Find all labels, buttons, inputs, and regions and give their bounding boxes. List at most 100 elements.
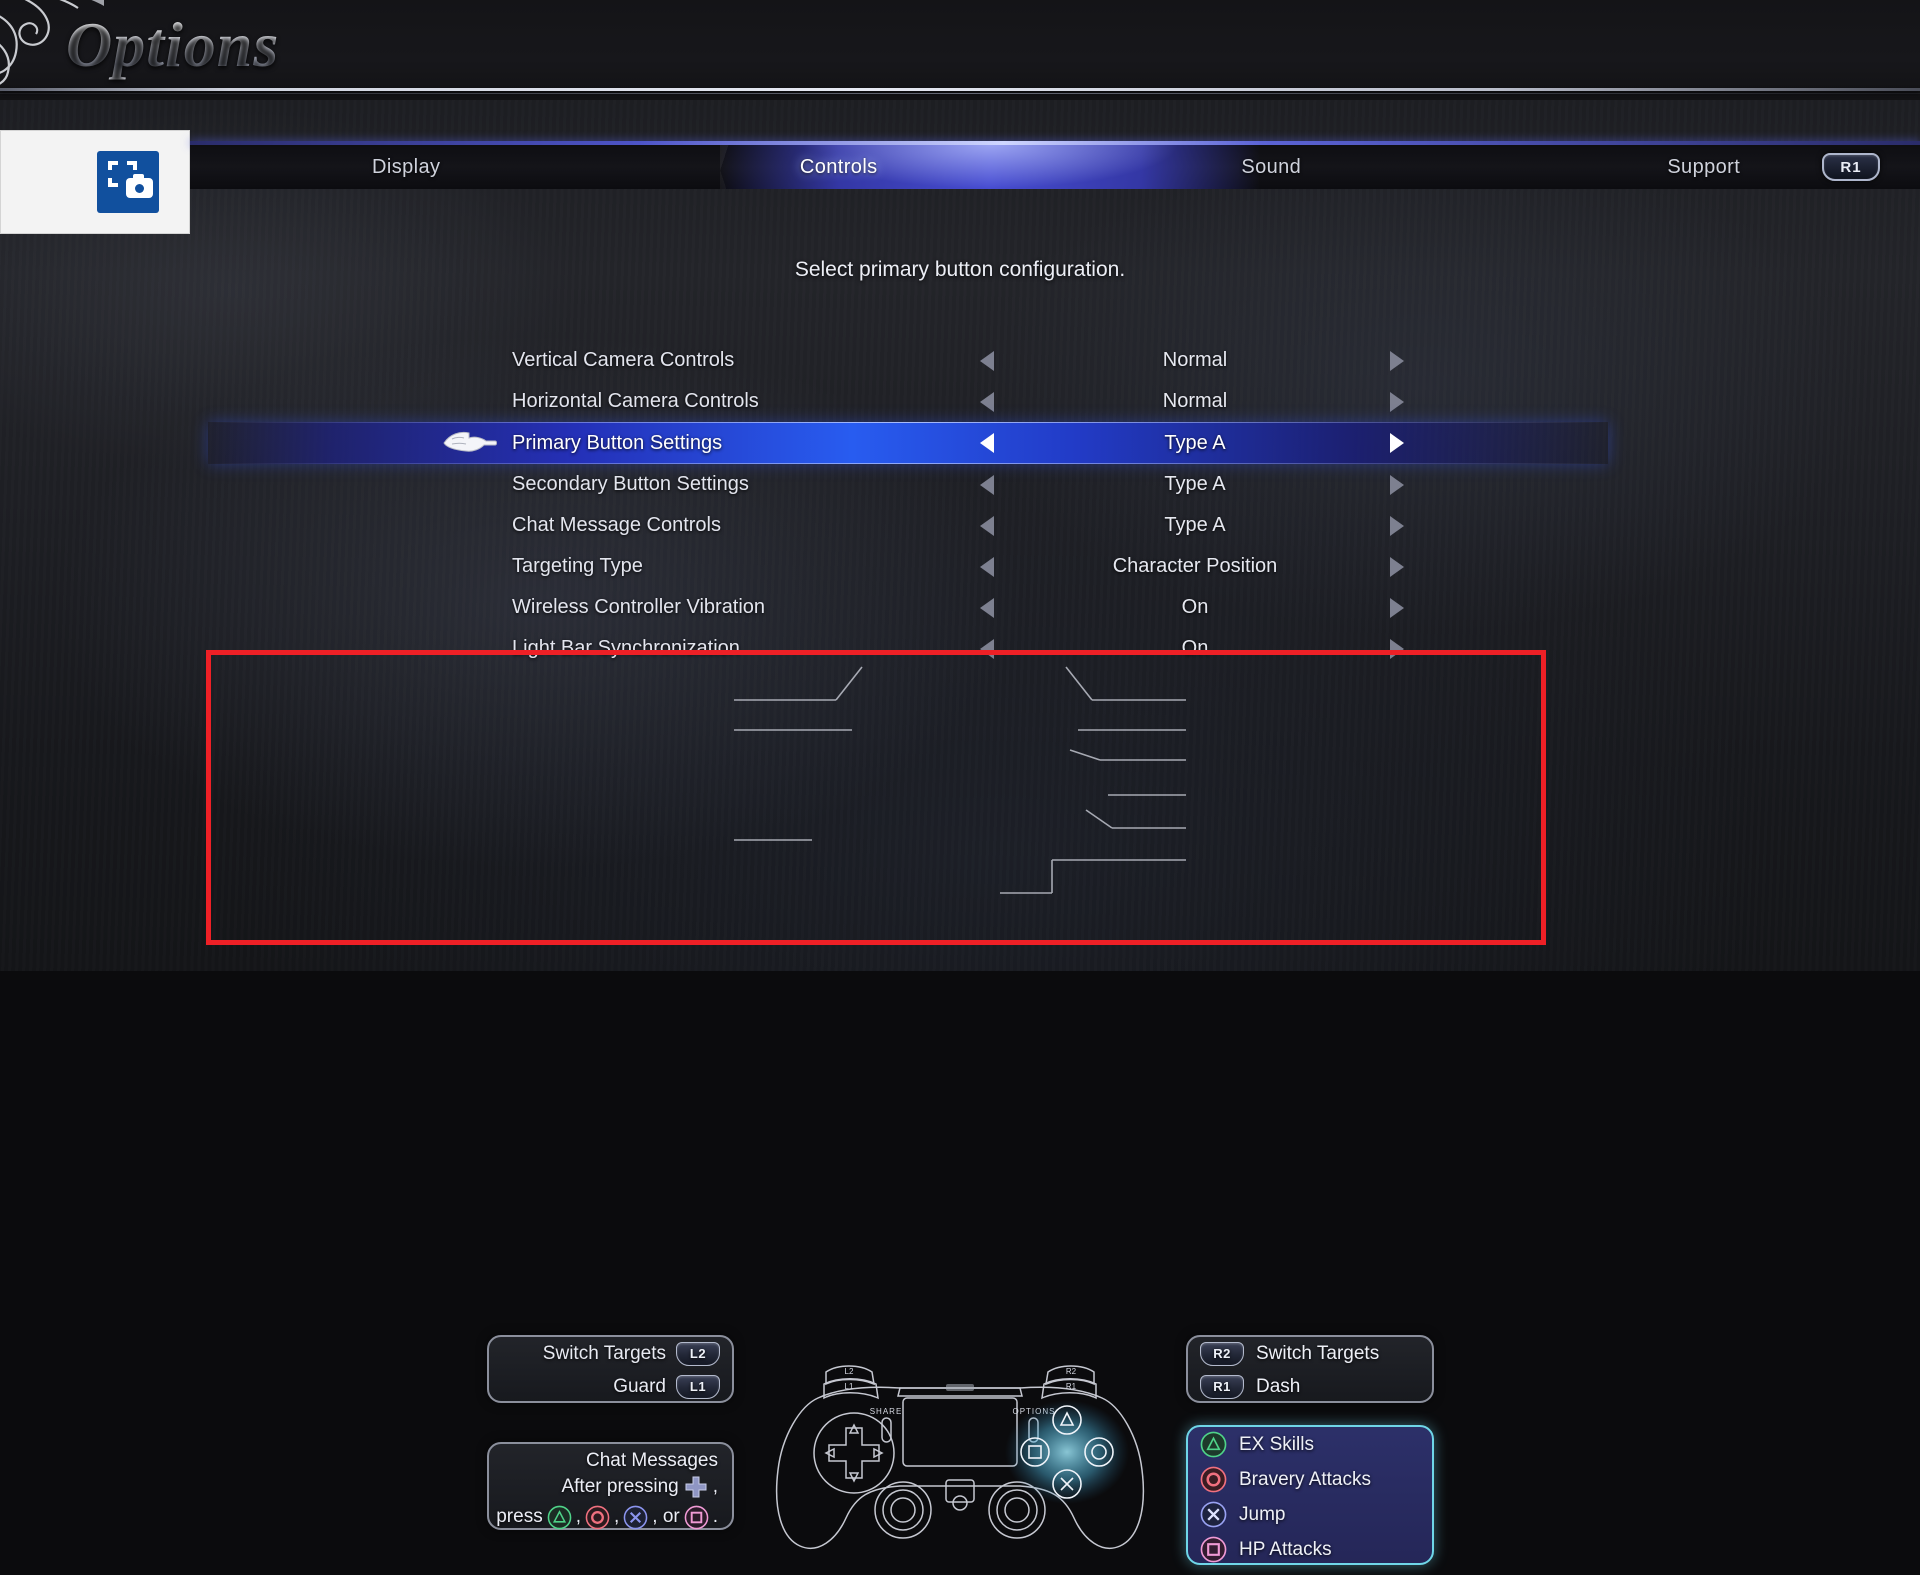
chat-line2-suffix: , [713,1476,718,1498]
legend-panel-right-shoulder: R2 Switch Targets R1 Dash [1186,1335,1434,1403]
chat-panel-line-3: press , , , or . [489,1502,732,1532]
setting-value: On [1020,596,1370,619]
settings-list: Vertical Camera Controls Normal Horizont… [0,340,1920,669]
legend-panel-left-shoulder: Switch Targets L2 Guard L1 [487,1335,734,1403]
setting-label: Vertical Camera Controls [512,349,734,372]
increase-arrow-icon[interactable] [1390,351,1404,371]
legend-item-switch-targets-r2: R2 Switch Targets [1188,1337,1432,1370]
legend-item-bravery-attacks: Bravery Attacks [1188,1462,1432,1497]
legend-action-label: HP Attacks [1239,1539,1332,1561]
decrease-arrow-icon[interactable] [980,516,994,536]
setting-value: Type A [1020,432,1370,455]
setting-label: Chat Message Controls [512,514,721,537]
setting-value: Type A [1020,514,1370,537]
chat-panel-title: Chat Messages [489,1444,732,1472]
pointing-hand-cursor-icon [442,426,498,458]
setting-row-chat-message-controls[interactable]: Chat Message Controls Type A [0,505,1920,546]
setting-row-wireless-controller-vibration[interactable]: Wireless Controller Vibration On [0,587,1920,628]
legend-item-guard-l1: Guard L1 [489,1370,732,1403]
header-divider [0,88,1920,91]
controller-legend-area: SHARE OPTIONS L2 L1 R2 R1 Switch Targets… [0,645,1920,955]
legend-item-hp-attacks: HP Attacks [1188,1532,1432,1567]
setting-label: Wireless Controller Vibration [512,596,765,619]
screenshot-tool-panel [0,130,190,234]
increase-arrow-icon[interactable] [1390,433,1404,453]
square-button-icon [1200,1536,1227,1563]
legend-panel-face-buttons: EX Skills Bravery Attacks Jump HP Attack… [1186,1425,1434,1565]
chat-panel-line-2: After pressing , [489,1472,732,1502]
r1-shortcut-badge[interactable]: R1 [1822,153,1880,181]
decrease-arrow-icon[interactable] [980,475,994,495]
chat-or: , or [652,1506,679,1528]
increase-arrow-icon[interactable] [1390,516,1404,536]
legend-action-label: Jump [1239,1504,1285,1526]
tab-list: Display Controls Sound Support [190,145,1920,189]
chat-sep-2: , [614,1506,619,1528]
cross-button-icon [623,1505,648,1530]
decrease-arrow-icon[interactable] [980,433,994,453]
legend-item-jump: Jump [1188,1497,1432,1532]
tab-controls[interactable]: Controls [623,156,1056,179]
setting-label: Primary Button Settings [512,432,722,455]
tab-display[interactable]: Display [190,156,623,179]
setting-row-vertical-camera-controls[interactable]: Vertical Camera Controls Normal [0,340,1920,381]
setting-row-targeting-type[interactable]: Targeting Type Character Position [0,546,1920,587]
legend-action-label: Bravery Attacks [1239,1469,1371,1491]
screenshot-camera-icon[interactable] [97,151,159,213]
svg-text:L1: L1 [845,1382,854,1391]
increase-arrow-icon[interactable] [1390,392,1404,412]
dpad-icon [684,1475,708,1499]
chat-line3-prefix: press [496,1506,542,1528]
cross-button-icon [1200,1501,1227,1528]
r1-button-icon: R1 [1200,1375,1244,1399]
legend-action-label: Dash [1256,1376,1300,1398]
setting-value: Type A [1020,473,1370,496]
instruction-text: Select primary button configuration. [0,258,1920,282]
leader-lines [0,645,1920,955]
tab-sound[interactable]: Sound [1055,156,1488,179]
setting-label: Targeting Type [512,555,643,578]
l2-button-icon: L2 [676,1342,720,1366]
svg-text:R2: R2 [1066,1367,1077,1376]
chat-end: . [713,1506,718,1528]
legend-item-dash-r1: R1 Dash [1188,1370,1432,1403]
decrease-arrow-icon[interactable] [980,598,994,618]
l1-button-icon: L1 [676,1375,720,1399]
legend-item-ex-skills: EX Skills [1188,1427,1432,1462]
legend-panel-chat-messages: Chat Messages After pressing , press , , [487,1442,734,1530]
legend-action-label: EX Skills [1239,1434,1314,1456]
chat-line2-prefix: After pressing [561,1476,678,1498]
camera-icon [126,178,153,198]
triangle-button-icon [1200,1431,1227,1458]
increase-arrow-icon[interactable] [1390,475,1404,495]
page-header: Options [0,0,1920,100]
circle-button-icon [585,1505,610,1530]
setting-row-secondary-button-settings[interactable]: Secondary Button Settings Type A [0,464,1920,505]
decrease-arrow-icon[interactable] [980,392,994,412]
page-title: Options [66,8,279,82]
decrease-arrow-icon[interactable] [980,557,994,577]
setting-value: Normal [1020,390,1370,413]
setting-label: Horizontal Camera Controls [512,390,759,413]
header-divider-secondary [0,93,1920,94]
increase-arrow-icon[interactable] [1390,557,1404,577]
circle-button-icon [1200,1466,1227,1493]
setting-value: Normal [1020,349,1370,372]
dualshock-controller-diagram: SHARE OPTIONS L2 L1 R2 R1 [760,1340,1160,1575]
tabbar: Display Controls Sound Support R1 [190,145,1920,189]
svg-text:L2: L2 [845,1367,854,1376]
legend-action-label: Switch Targets [543,1343,666,1365]
setting-value: Character Position [1020,555,1370,578]
svg-text:SHARE: SHARE [870,1407,903,1416]
chat-sep-1: , [576,1506,581,1528]
increase-arrow-icon[interactable] [1390,598,1404,618]
svg-text:R1: R1 [1066,1382,1077,1391]
setting-row-primary-button-settings[interactable]: Primary Button Settings Type A [0,422,1920,464]
triangle-button-icon [547,1505,572,1530]
setting-label: Secondary Button Settings [512,473,749,496]
legend-item-switch-targets-l2: Switch Targets L2 [489,1337,732,1370]
square-button-icon [684,1505,709,1530]
decrease-arrow-icon[interactable] [980,351,994,371]
setting-row-horizontal-camera-controls[interactable]: Horizontal Camera Controls Normal [0,381,1920,422]
r2-button-icon: R2 [1200,1342,1244,1366]
